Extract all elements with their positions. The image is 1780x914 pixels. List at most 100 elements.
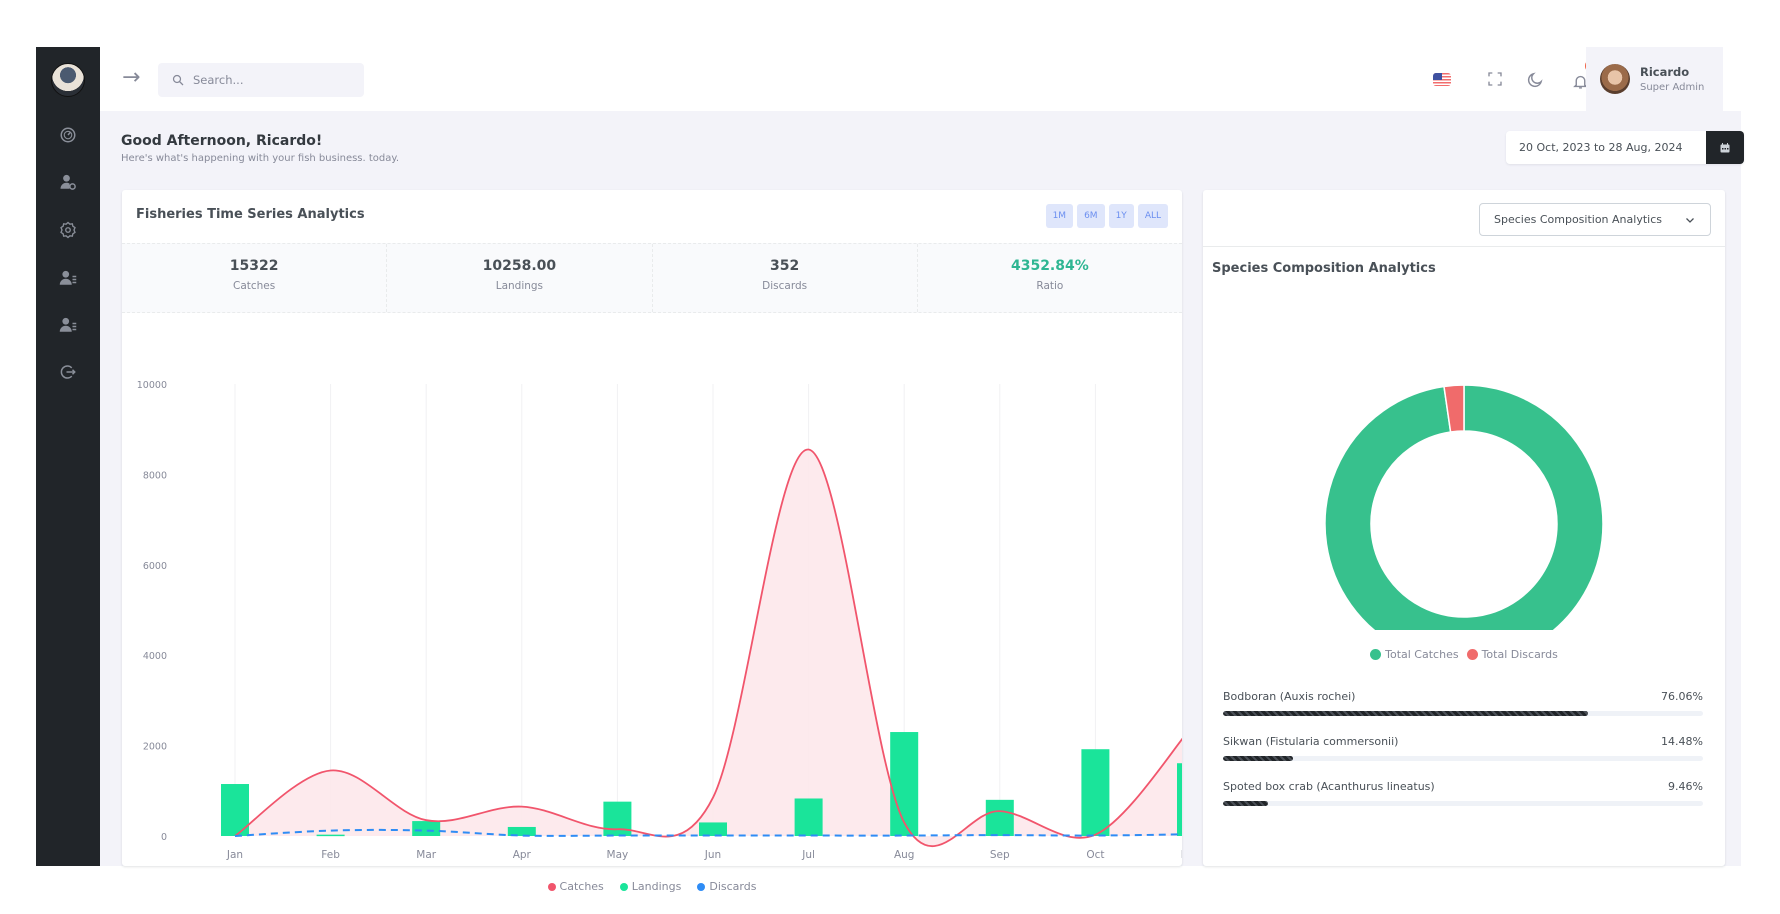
landings-bar[interactable] — [316, 834, 345, 837]
range-button-6m[interactable]: 6M — [1077, 204, 1105, 228]
date-range-input[interactable]: 20 Oct, 2023 to 28 Aug, 2024 — [1506, 131, 1706, 164]
y-tick-label: 2000 — [143, 742, 167, 753]
landings-bar[interactable] — [603, 801, 632, 836]
species-name: Spoted box crab (Acanthurus lineatus) — [1223, 780, 1435, 793]
species-percent: 9.46% — [1668, 780, 1703, 793]
logo-avatar[interactable] — [51, 63, 85, 97]
avatar — [1600, 64, 1630, 94]
legend-label: Catches — [559, 880, 604, 893]
legend-label: Total Catches — [1385, 648, 1459, 661]
legend-item-total-catches[interactable]: Total Catches — [1370, 648, 1459, 661]
stat-value: 15322 — [229, 258, 279, 274]
sidebar-item-user-settings[interactable] — [56, 170, 80, 194]
y-tick-label: 0 — [161, 832, 167, 843]
x-tick-label: Nov — [1181, 849, 1182, 861]
sidebar-item-logout[interactable] — [56, 360, 80, 384]
range-button-1m[interactable]: 1M — [1045, 204, 1074, 228]
page-subtitle: Here's what's happening with your fish b… — [121, 153, 400, 164]
x-tick-label: Oct — [1086, 849, 1104, 861]
species-progress-bar — [1223, 711, 1703, 716]
legend-dot — [1466, 649, 1478, 660]
fullscreen-button[interactable] — [1483, 67, 1507, 91]
x-tick-label: Feb — [321, 849, 340, 861]
legend-label: Landings — [631, 880, 682, 893]
page-title: Good Afternoon, Ricardo! — [121, 133, 323, 149]
dark-mode-toggle[interactable] — [1523, 67, 1547, 91]
stat-value: 352 — [770, 258, 800, 274]
legend-item-landings[interactable]: Landings — [619, 880, 682, 893]
stat-label: Ratio — [1036, 280, 1064, 292]
date-range-picker: 20 Oct, 2023 to 28 Aug, 2024 — [1506, 131, 1744, 164]
species-donut-chart: 97.7% — [1324, 384, 1604, 630]
timeseries-card: Fisheries Time Series Analytics 1M 6M 1Y… — [122, 190, 1182, 893]
stat-value: 4352.84% — [1010, 258, 1089, 274]
sidebar-item-settings[interactable] — [56, 218, 80, 242]
sidebar-item-users[interactable] — [56, 266, 80, 290]
dropdown-value: Species Composition Analytics — [1494, 213, 1662, 226]
chart-legend: Catches Landings Discards — [122, 880, 1182, 893]
legend-dot — [547, 882, 556, 891]
species-card: Species Composition Analytics Species Co… — [1203, 190, 1725, 866]
user-profile-menu[interactable]: Ricardo Super Admin — [1586, 47, 1723, 111]
search-input[interactable] — [193, 73, 353, 87]
fullscreen-icon — [1488, 72, 1502, 86]
range-button-all[interactable]: ALL — [1137, 204, 1168, 228]
legend-dot — [619, 882, 628, 891]
stat-label: Discards — [762, 280, 808, 292]
species-title: Species Composition Analytics — [1212, 261, 1436, 276]
timeseries-title: Fisheries Time Series Analytics — [136, 207, 365, 222]
stat-catches: 15322 Catches — [122, 244, 388, 312]
search-icon — [172, 74, 184, 86]
species-item: Sikwan (Fistularia commersonii) 14.48% — [1223, 735, 1703, 761]
landings-bar[interactable] — [890, 732, 919, 836]
x-tick-label: May — [607, 849, 629, 861]
y-tick-label: 10000 — [137, 380, 167, 391]
range-button-1y[interactable]: 1Y — [1108, 204, 1134, 228]
calendar-button[interactable] — [1706, 131, 1744, 164]
legend-item-discards[interactable]: Discards — [697, 880, 756, 893]
legend-label: Total Discards — [1481, 648, 1558, 661]
sidebar-item-users-2[interactable] — [56, 313, 80, 337]
species-item: Bodboran (Auxis rochei) 76.06% — [1223, 690, 1703, 716]
catches-area — [235, 449, 1182, 847]
species-progress-fill — [1223, 711, 1589, 716]
landings-bar[interactable] — [1177, 763, 1182, 836]
top-header: → 131 Ricardo Super Admin — [100, 47, 1741, 111]
legend-item-catches[interactable]: Catches — [547, 880, 604, 893]
stat-label: Landings — [495, 280, 544, 292]
legend-item-total-discards[interactable]: Total Discards — [1466, 648, 1558, 661]
chevron-down-icon — [1686, 217, 1694, 223]
user-role: Super Admin — [1640, 82, 1705, 93]
dashboard-gauge-icon — [60, 127, 76, 143]
x-tick-label: Jun — [704, 849, 721, 861]
legend-dot — [697, 882, 706, 891]
x-tick-label: Sep — [990, 849, 1010, 861]
landings-bar[interactable] — [985, 799, 1014, 836]
user-list-icon-2 — [59, 317, 77, 332]
x-tick-label: Aug — [894, 849, 915, 861]
sidebar-item-dashboard[interactable] — [56, 123, 80, 147]
analytics-type-dropdown[interactable]: Species Composition Analytics — [1479, 203, 1711, 236]
landings-bar[interactable] — [412, 821, 441, 836]
stat-discards: 352 Discards — [653, 244, 918, 312]
donut-legend: Total Catches Total Discards — [1203, 648, 1725, 661]
calendar-icon — [1720, 142, 1730, 152]
app: → 131 Ricardo Super Admin Good Afternoon… — [36, 47, 1744, 893]
landings-bar[interactable] — [794, 798, 823, 836]
logout-icon — [60, 365, 76, 379]
user-list-icon — [59, 270, 77, 285]
species-progress-fill — [1223, 756, 1293, 761]
species-percent: 14.48% — [1661, 735, 1703, 748]
settings-gear-icon — [60, 221, 76, 239]
menu-toggle-arrow-icon[interactable]: → — [122, 67, 148, 91]
landings-bar[interactable] — [699, 822, 727, 836]
x-tick-label: Apr — [513, 849, 532, 861]
y-tick-label: 4000 — [143, 651, 167, 662]
stat-ratio: 4352.84% Ratio — [918, 244, 1182, 312]
x-tick-label: Mar — [416, 849, 436, 861]
species-name: Sikwan (Fistularia commersonii) — [1223, 735, 1399, 748]
search-box[interactable] — [158, 63, 364, 97]
landings-bar[interactable] — [1081, 749, 1110, 836]
us-flag-icon[interactable] — [1433, 73, 1451, 86]
legend-dot — [1370, 649, 1382, 660]
